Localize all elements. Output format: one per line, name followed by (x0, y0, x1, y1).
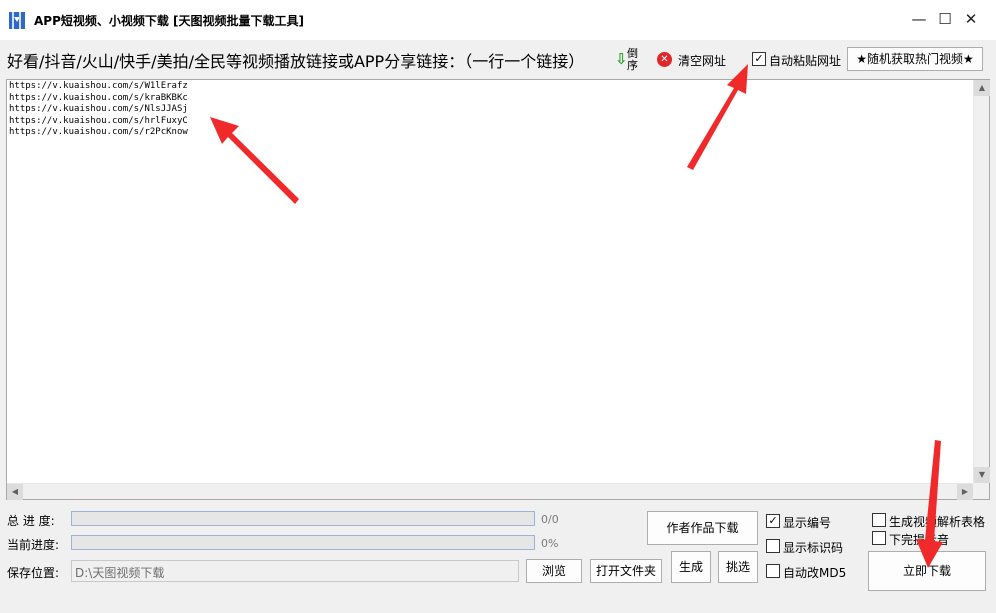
open-folder-button[interactable]: 打开文件夹 (590, 559, 662, 583)
pick-button[interactable]: 挑选 (718, 551, 758, 583)
arrow-down-icon: ⇩ (615, 50, 628, 68)
close-button[interactable]: ✕ (960, 8, 982, 30)
scrollbar-corner (973, 483, 989, 499)
link-line: https://v.kuaishou.com/s/NlsJJASj (9, 104, 188, 114)
reverse-order-label: 倒序 (627, 47, 638, 72)
link-line: https://v.kuaishou.com/s/W1lErafz (9, 81, 188, 91)
show-id-label: 显示标识码 (783, 541, 844, 555)
show-number-label: 显示编号 (783, 516, 832, 530)
random-hot-videos-button[interactable]: ★随机获取热门视频★ (847, 47, 983, 71)
auto-md5-label: 自动改MD5 (783, 566, 847, 580)
generate-table-label: 生成视频解析表格 (889, 515, 986, 529)
save-path-input[interactable]: D:\天图视频下载 (71, 560, 519, 582)
clear-urls-button[interactable]: ✕ 清空网址 (657, 51, 737, 69)
auto-paste-checkbox[interactable]: ✓ (752, 52, 766, 66)
link-line: https://v.kuaishou.com/s/r2PcKnow (9, 127, 188, 137)
total-progress-label: 总 进 度: (7, 514, 55, 528)
auto-paste-label: 自动粘贴网址 (769, 54, 842, 68)
total-progress-text: 0/0 (541, 513, 559, 526)
link-prompt-label: 好看/抖音/火山/快手/美拍/全民等视频播放链接或APP分享链接：（一行一个链接… (7, 52, 585, 71)
auto-md5-checkbox[interactable] (766, 564, 780, 578)
clear-icon: ✕ (657, 52, 672, 67)
generate-table-checkbox[interactable] (872, 513, 886, 527)
notify-sound-checkbox[interactable] (872, 531, 886, 545)
link-line: https://v.kuaishou.com/s/hrlFuxyC (9, 115, 188, 126)
minimize-button[interactable]: — (908, 8, 930, 30)
browse-button[interactable]: 浏览 (526, 559, 582, 583)
current-progress-text: 0% (541, 537, 559, 550)
vertical-scrollbar[interactable]: ▲ ▼ (973, 80, 990, 483)
save-location-label: 保存位置: (7, 566, 60, 580)
generate-button[interactable]: 生成 (671, 551, 711, 583)
link-textarea[interactable]: https://v.kuaishou.com/s/W1lErafz https:… (6, 79, 990, 500)
scroll-right-icon[interactable]: ▶ (957, 484, 973, 500)
window-title: APP短视频、小视频下载 [天图视频批量下载工具] (34, 14, 305, 28)
link-list: https://v.kuaishou.com/s/W1lErafz https:… (9, 81, 188, 139)
reverse-order-button[interactable]: ⇩ 倒序 (613, 48, 643, 72)
show-id-checkbox[interactable] (766, 539, 780, 553)
scroll-up-icon[interactable]: ▲ (974, 80, 990, 96)
clear-urls-label: 清空网址 (678, 54, 727, 68)
download-now-button[interactable]: 立即下载 (868, 551, 986, 591)
notify-sound-label: 下完提示音 (889, 533, 950, 547)
horizontal-scrollbar[interactable]: ◀ ▶ (7, 483, 973, 500)
app-video-icon (9, 12, 25, 29)
maximize-button[interactable]: ☐ (934, 8, 956, 30)
total-progress-bar (71, 511, 535, 526)
current-progress-label: 当前进度: (7, 538, 60, 552)
current-progress-bar (71, 535, 535, 550)
author-works-download-button[interactable]: 作者作品下载 (647, 511, 758, 545)
scroll-left-icon[interactable]: ◀ (7, 484, 23, 500)
show-number-checkbox[interactable]: ✓ (766, 514, 780, 528)
link-line: https://v.kuaishou.com/s/kraBKBKc (9, 92, 188, 103)
scroll-down-icon[interactable]: ▼ (974, 467, 990, 483)
